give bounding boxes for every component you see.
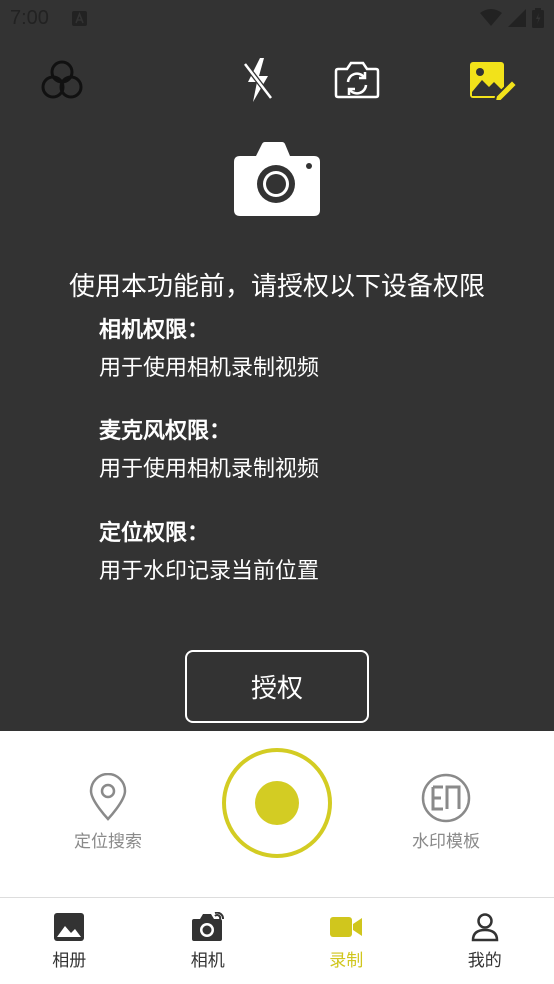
microphone-permission: 麦克风权限： 用于使用相机录制视频 bbox=[99, 413, 319, 483]
notification-icon bbox=[72, 11, 87, 26]
switch-camera-icon[interactable] bbox=[334, 60, 380, 100]
status-bar: 7:00 bbox=[0, 0, 554, 38]
camera-icon bbox=[234, 142, 320, 216]
permission-name: 相机权限： bbox=[99, 318, 210, 343]
tab-camera-label: 相机 bbox=[190, 951, 225, 971]
watermark-template-button[interactable]: 水印模板 bbox=[408, 773, 484, 852]
capture-panel: 定位搜索 水印模板 bbox=[0, 731, 554, 897]
wifi-icon bbox=[480, 9, 502, 26]
permission-desc: 用于使用相机录制视频 bbox=[99, 457, 320, 482]
status-icons bbox=[480, 8, 544, 28]
permission-desc: 用于使用相机录制视频 bbox=[99, 356, 320, 381]
permission-name: 定位权限： bbox=[99, 521, 210, 546]
tab-bar: 相册 相机 录制 我的 bbox=[0, 898, 554, 984]
tab-record-label: 录制 bbox=[329, 951, 364, 971]
record-dot bbox=[255, 781, 299, 825]
camera-permission: 相机权限： 用于使用相机录制视频 bbox=[99, 312, 319, 382]
tab-gallery-label: 相册 bbox=[52, 951, 87, 971]
watermark-icon bbox=[421, 773, 471, 823]
tab-gallery[interactable]: 相册 bbox=[0, 898, 139, 984]
profile-icon bbox=[471, 913, 499, 942]
filter-circles-icon[interactable] bbox=[40, 58, 84, 102]
location-pin-icon bbox=[89, 773, 127, 821]
signal-icon bbox=[508, 9, 526, 27]
record-button[interactable] bbox=[222, 748, 332, 858]
status-time: 7:00 bbox=[10, 7, 49, 29]
tab-profile-label: 我的 bbox=[467, 951, 502, 971]
location-search-button[interactable]: 定位搜索 bbox=[70, 773, 146, 852]
authorize-button[interactable]: 授权 bbox=[185, 650, 369, 723]
battery-icon bbox=[532, 8, 544, 28]
tab-profile[interactable]: 我的 bbox=[416, 898, 554, 984]
permission-title: 使用本功能前，请授权以下设备权限 bbox=[68, 272, 485, 302]
tab-record[interactable]: 录制 bbox=[277, 898, 416, 984]
tab-camera[interactable]: 相机 bbox=[139, 898, 278, 984]
gallery-icon bbox=[54, 913, 85, 941]
video-icon bbox=[330, 917, 363, 937]
camera-icon bbox=[191, 912, 224, 941]
flash-off-icon[interactable] bbox=[242, 56, 274, 104]
watermark-template-label: 水印模板 bbox=[412, 832, 480, 852]
location-search-label: 定位搜索 bbox=[74, 832, 142, 852]
edit-image-icon[interactable] bbox=[468, 60, 518, 102]
location-permission: 定位权限： 用于水印记录当前位置 bbox=[99, 515, 319, 585]
permission-name: 麦克风权限： bbox=[99, 419, 232, 444]
permission-desc: 用于水印记录当前位置 bbox=[99, 559, 320, 584]
